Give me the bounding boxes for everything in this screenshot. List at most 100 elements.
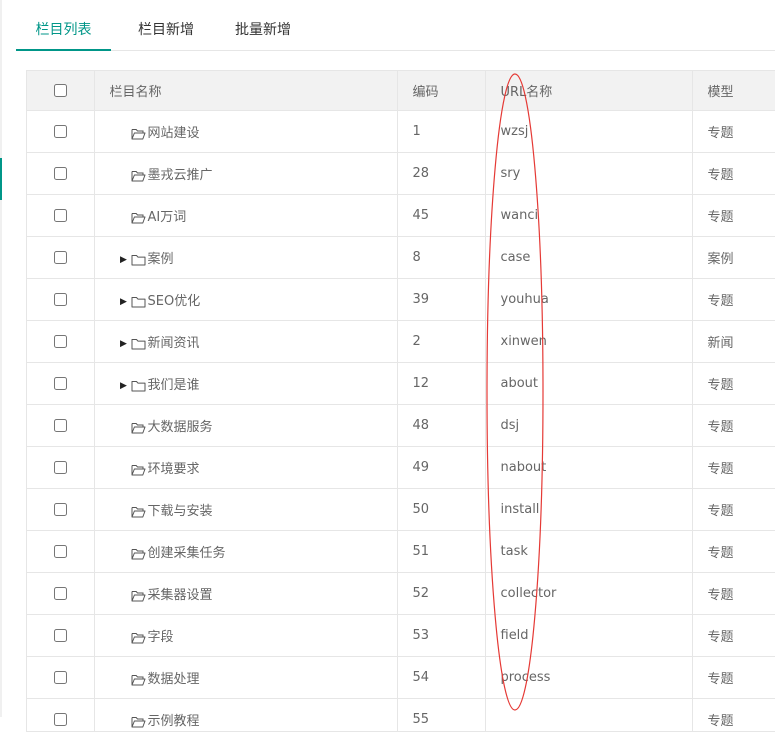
select-all-checkbox[interactable] [54, 84, 67, 97]
cell-model: 专题 [692, 615, 775, 657]
cell-model: 专题 [692, 195, 775, 237]
table-row[interactable]: 数据处理54process专题 [27, 657, 775, 699]
cell-column-name: 数据处理 [94, 657, 397, 699]
cell-code: 51 [397, 531, 485, 573]
table-row[interactable]: ▶SEO优化39youhua专题 [27, 279, 775, 321]
cell-model: 专题 [692, 531, 775, 573]
table-row[interactable]: 创建采集任务 51task专题 [27, 531, 775, 573]
cell-url-name: about [485, 363, 692, 405]
cell-url-name: dsj [485, 405, 692, 447]
folder-icon [131, 380, 148, 392]
cell-column-name: 示例教程 [94, 699, 397, 732]
row-checkbox[interactable] [54, 335, 67, 348]
row-select-cell [27, 321, 94, 363]
cell-url-name: task [485, 531, 692, 573]
cell-column-name: AI万词 [94, 195, 397, 237]
cell-code: 52 [397, 573, 485, 615]
table-row[interactable]: 大数据服务48dsj专题 [27, 405, 775, 447]
cell-code: 12 [397, 363, 485, 405]
cell-column-name: 采集器设置 [94, 573, 397, 615]
row-select-cell [27, 363, 94, 405]
row-column-name: SEO优化 [148, 294, 201, 309]
row-column-name: 案例 [148, 252, 174, 267]
cell-column-name: 网站建设 [94, 111, 397, 153]
cell-url-name: sry [485, 153, 692, 195]
caret-right-icon[interactable]: ▶ [117, 297, 131, 307]
row-select-cell [27, 573, 94, 615]
row-checkbox[interactable] [54, 419, 67, 432]
left-panel-accent [0, 158, 2, 200]
column-table: 栏目名称 编码 URL名称 模型 网站建设1wzsj专题墨戎云推广28sry专题… [26, 70, 775, 732]
cell-code: 39 [397, 279, 485, 321]
caret-right-icon[interactable]: ▶ [117, 255, 131, 265]
folder-open-icon [131, 506, 148, 518]
cell-url-name: case [485, 237, 692, 279]
row-checkbox[interactable] [54, 503, 67, 516]
row-select-cell [27, 279, 94, 321]
table-row[interactable]: 环境要求49nabout专题 [27, 447, 775, 489]
row-select-cell [27, 195, 94, 237]
tab-column-add[interactable]: 栏目新增 [120, 0, 212, 50]
table-row[interactable]: ▶我们是谁12about专题 [27, 363, 775, 405]
row-checkbox[interactable] [54, 125, 67, 138]
row-checkbox[interactable] [54, 629, 67, 642]
table-row[interactable]: AI万词45wanci专题 [27, 195, 775, 237]
table-row[interactable]: 下载与安装50install专题 [27, 489, 775, 531]
table-header-row: 栏目名称 编码 URL名称 模型 [27, 71, 775, 111]
row-checkbox[interactable] [54, 587, 67, 600]
row-column-name: 大数据服务 [148, 420, 213, 435]
tab-bar: 栏目列表 栏目新增 批量新增 [16, 0, 775, 51]
row-column-name: 环境要求 [148, 462, 200, 477]
table-row[interactable]: 采集器设置52collector专题 [27, 573, 775, 615]
caret-right-icon[interactable]: ▶ [117, 339, 131, 349]
table-row[interactable]: ▶新闻资讯2xinwen新闻 [27, 321, 775, 363]
row-select-cell [27, 405, 94, 447]
row-checkbox[interactable] [54, 167, 67, 180]
tab-column-list[interactable]: 栏目列表 [16, 0, 111, 50]
cell-model: 新闻 [692, 321, 775, 363]
cell-code: 49 [397, 447, 485, 489]
header-column-name: 栏目名称 [94, 71, 397, 111]
table-row[interactable]: 墨戎云推广28sry专题 [27, 153, 775, 195]
table-row[interactable]: 示例教程55专题 [27, 699, 775, 732]
row-select-cell [27, 531, 94, 573]
row-checkbox[interactable] [54, 251, 67, 264]
folder-open-icon [131, 422, 148, 434]
header-model: 模型 [692, 71, 775, 111]
row-checkbox[interactable] [54, 461, 67, 474]
header-url-name: URL名称 [485, 71, 692, 111]
cell-code: 28 [397, 153, 485, 195]
row-checkbox[interactable] [54, 209, 67, 222]
table-row[interactable]: 网站建设1wzsj专题 [27, 111, 775, 153]
row-checkbox[interactable] [54, 671, 67, 684]
row-checkbox[interactable] [54, 377, 67, 390]
row-select-cell [27, 489, 94, 531]
cell-model: 专题 [692, 489, 775, 531]
cell-model: 专题 [692, 699, 775, 732]
row-select-cell [27, 657, 94, 699]
table-row[interactable]: ▶案例8case案例 [27, 237, 775, 279]
cell-code: 1 [397, 111, 485, 153]
row-checkbox[interactable] [54, 545, 67, 558]
cell-url-name: collector [485, 573, 692, 615]
cell-url-name: process [485, 657, 692, 699]
cell-column-name: 创建采集任务 [94, 531, 397, 573]
cell-url-name: xinwen [485, 321, 692, 363]
row-checkbox[interactable] [54, 293, 67, 306]
header-select-cell [27, 71, 94, 111]
row-checkbox[interactable] [54, 713, 67, 726]
folder-open-icon [131, 170, 148, 182]
cell-model: 专题 [692, 405, 775, 447]
caret-right-icon[interactable]: ▶ [117, 381, 131, 391]
cell-url-name [485, 699, 692, 732]
row-select-cell [27, 111, 94, 153]
row-select-cell [27, 153, 94, 195]
cell-column-name: 大数据服务 [94, 405, 397, 447]
cell-code: 8 [397, 237, 485, 279]
cell-url-name: install [485, 489, 692, 531]
table-row[interactable]: 字段53field专题 [27, 615, 775, 657]
row-column-name: 创建采集任务 [148, 546, 226, 561]
tab-batch-add[interactable]: 批量新增 [216, 0, 310, 50]
row-column-name: 我们是谁 [148, 378, 200, 393]
cell-column-name: 下载与安装 [94, 489, 397, 531]
